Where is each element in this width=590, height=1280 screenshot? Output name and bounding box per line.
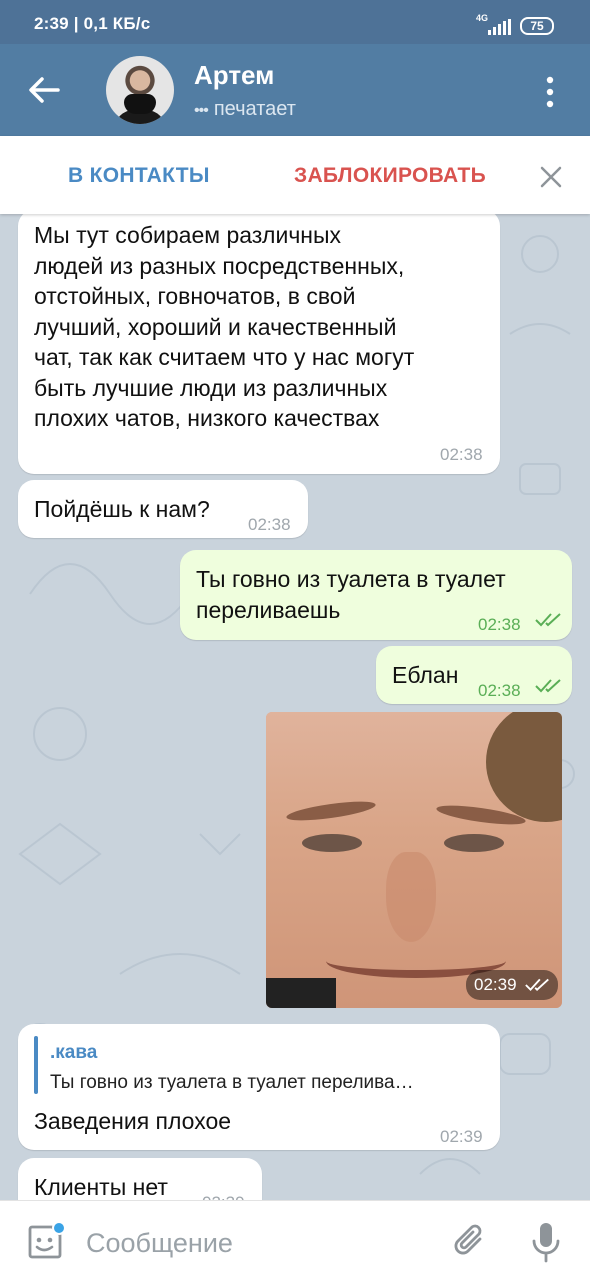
message-incoming[interactable]: Клиенты нет 02:39 bbox=[18, 1158, 262, 1200]
microphone-icon[interactable] bbox=[530, 1221, 562, 1263]
typing-dots-icon: ••• bbox=[194, 102, 209, 119]
reply-quote-bar bbox=[34, 1036, 38, 1094]
more-menu-icon[interactable] bbox=[538, 74, 562, 110]
double-check-icon bbox=[525, 978, 549, 992]
message-list[interactable]: Мы тут собираем различных людей из разны… bbox=[0, 214, 590, 1200]
status-time: 2:39 bbox=[34, 14, 69, 33]
contact-name[interactable]: Артем bbox=[194, 60, 274, 91]
message-incoming[interactable]: Пойдёшь к нам? 02:38 bbox=[18, 480, 308, 538]
back-arrow-icon[interactable] bbox=[24, 72, 64, 108]
photo-time-chip: 02:39 bbox=[466, 970, 558, 1000]
network-label: 4G bbox=[476, 13, 489, 23]
reply-author[interactable]: .кава bbox=[50, 1038, 97, 1069]
message-time: 02:38 bbox=[478, 681, 521, 700]
add-contact-button[interactable]: В КОНТАКТЫ bbox=[68, 164, 210, 188]
message-incoming[interactable]: Мы тут собираем различных людей из разны… bbox=[18, 214, 500, 474]
message-composer bbox=[0, 1200, 590, 1280]
status-speed: 0,1 КБ/с bbox=[83, 14, 151, 33]
contact-action-bar: В КОНТАКТЫ ЗАБЛОКИРОВАТЬ bbox=[0, 136, 590, 214]
message-time: 02:38 bbox=[248, 515, 291, 534]
paperclip-icon[interactable] bbox=[452, 1221, 488, 1263]
message-time: 02:38 bbox=[478, 615, 521, 634]
chat-header: Артем ••• печатает bbox=[0, 44, 590, 136]
message-text: Клиенты нет bbox=[34, 1174, 168, 1200]
message-text: Пойдёшь к нам? bbox=[34, 496, 210, 522]
battery-icon: 75 bbox=[520, 17, 554, 35]
photo-message[interactable]: 02:39 bbox=[266, 712, 562, 1008]
reply-preview[interactable]: Ты говно из туалета в туалет перелива… bbox=[50, 1068, 414, 1099]
status-bar: 2:39 | 0,1 КБ/с 4G 75 bbox=[0, 0, 590, 44]
message-time: 02:39 bbox=[440, 1127, 483, 1146]
message-outgoing[interactable]: Еблан 02:38 bbox=[376, 646, 572, 704]
message-input[interactable] bbox=[86, 1225, 426, 1261]
message-text: Мы тут собираем различных людей из разны… bbox=[34, 222, 415, 431]
message-text: Еблан bbox=[392, 662, 459, 688]
block-button[interactable]: ЗАБЛОКИРОВАТЬ bbox=[294, 164, 486, 188]
typing-label: печатает bbox=[213, 98, 296, 120]
notification-dot bbox=[52, 1221, 66, 1235]
message-outgoing[interactable]: Ты говно из туалета в туалет переливаешь… bbox=[180, 550, 572, 640]
double-check-icon bbox=[535, 679, 561, 693]
signal-icon bbox=[488, 19, 511, 35]
avatar[interactable] bbox=[106, 56, 174, 124]
double-check-icon bbox=[535, 613, 561, 627]
message-time: 02:39 bbox=[202, 1188, 245, 1200]
typing-status: ••• печатает bbox=[194, 98, 296, 121]
message-time: 02:38 bbox=[440, 445, 483, 464]
message-time: 02:39 bbox=[474, 975, 517, 994]
close-icon[interactable] bbox=[538, 164, 564, 190]
message-text: Заведения плохое bbox=[34, 1108, 232, 1134]
message-incoming[interactable]: .кава Ты говно из туалета в туалет перел… bbox=[18, 1024, 500, 1150]
